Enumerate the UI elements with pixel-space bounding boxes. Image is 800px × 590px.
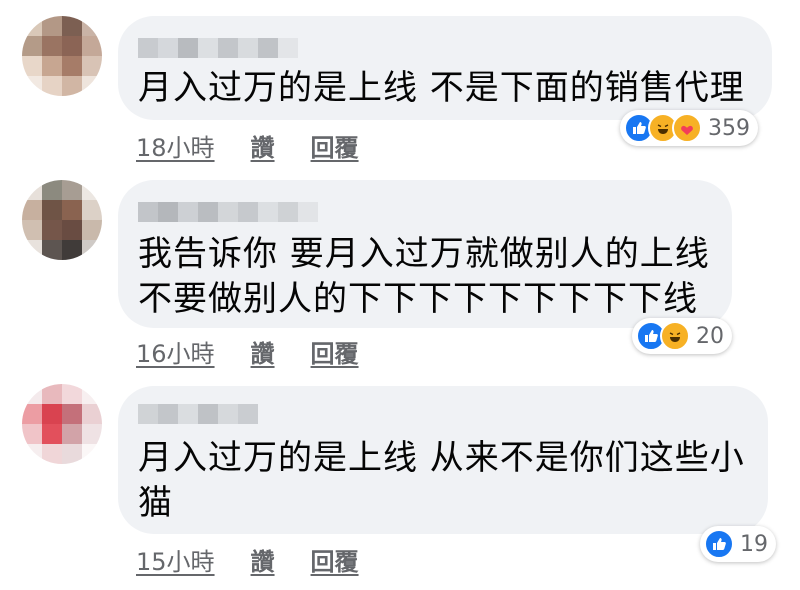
timestamp-link[interactable]: 18小時 <box>136 128 215 163</box>
timestamp-link[interactable]: 15小時 <box>136 542 215 577</box>
comment-bubble: 月入过万的是上线 不是下面的销售代理 <box>118 16 772 120</box>
avatar[interactable] <box>22 180 102 260</box>
author-name-blurred[interactable] <box>138 202 318 222</box>
reply-button[interactable]: 回覆 <box>311 128 359 163</box>
like-button[interactable]: 讚 <box>251 542 275 577</box>
reply-button[interactable]: 回覆 <box>311 334 359 369</box>
comment-bubble: 我告诉你 要月入过万就做别人的上线 不要做别人的下下下下下下下下下线 <box>118 180 732 328</box>
author-name-blurred[interactable] <box>138 404 258 424</box>
laugh-icon <box>660 321 690 351</box>
comment-meta: 16小時 讚 回覆 <box>136 334 359 369</box>
like-button[interactable]: 讚 <box>251 128 275 163</box>
reaction-count: 20 <box>696 323 724 349</box>
comment-bubble: 月入过万的是上线 从来不是你们这些小 猫 <box>118 386 768 534</box>
reaction-summary[interactable]: 19 <box>700 526 776 562</box>
reaction-count: 359 <box>708 115 750 141</box>
reaction-summary[interactable]: 359 <box>620 110 758 146</box>
comment-meta: 18小時 讚 回覆 <box>136 128 359 163</box>
comment-text: 月入过万的是上线 从来不是你们这些小 猫 <box>138 438 745 523</box>
comment-text: 我告诉你 要月入过万就做别人的上线 不要做别人的下下下下下下下下下线 <box>138 234 710 319</box>
comment-meta: 15小時 讚 回覆 <box>136 542 359 577</box>
avatar[interactable] <box>22 384 102 464</box>
comment-text: 月入过万的是上线 不是下面的销售代理 <box>138 68 745 108</box>
reaction-count: 19 <box>740 531 768 557</box>
reaction-summary[interactable]: 20 <box>632 318 732 354</box>
avatar[interactable] <box>22 16 102 96</box>
reply-button[interactable]: 回覆 <box>311 542 359 577</box>
author-name-blurred[interactable] <box>138 38 298 58</box>
like-icon <box>704 529 734 559</box>
care-icon <box>672 113 702 143</box>
timestamp-link[interactable]: 16小時 <box>136 334 215 369</box>
like-button[interactable]: 讚 <box>251 334 275 369</box>
